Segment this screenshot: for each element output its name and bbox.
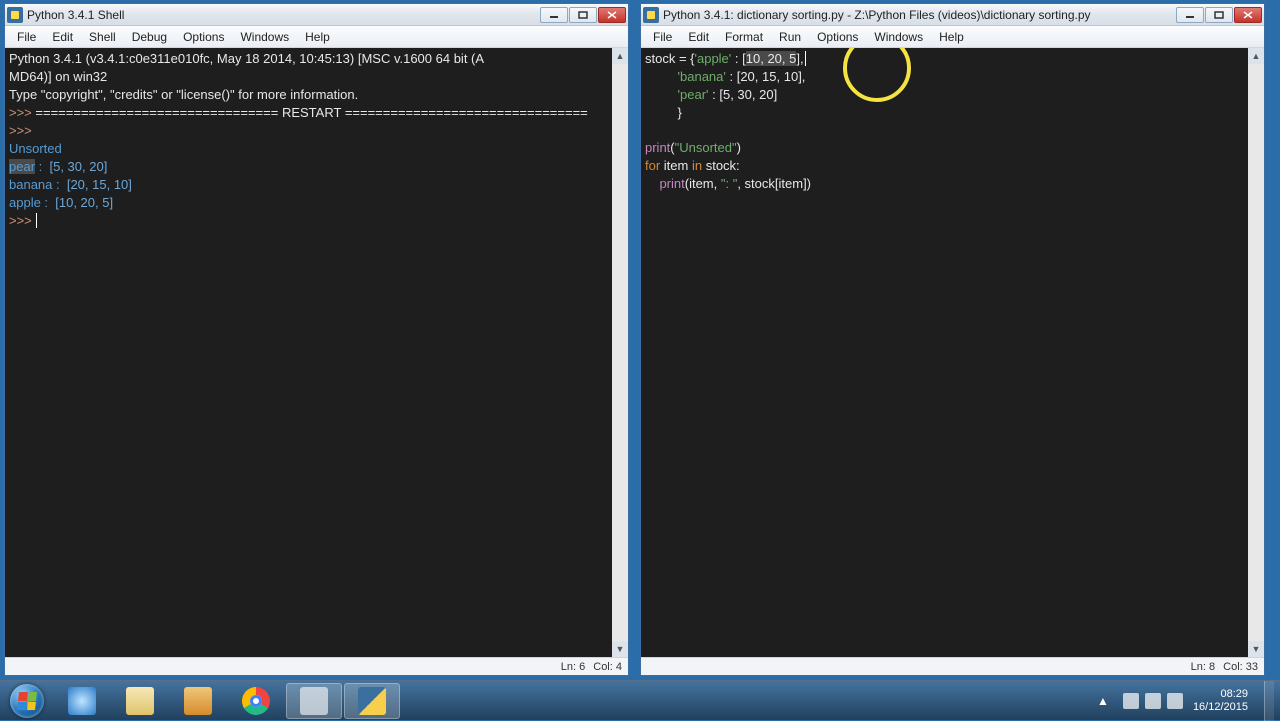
banner-line: Type "copyright", "credits" or "license(… [9, 87, 358, 102]
editor-code-area[interactable]: stock = {'apple' : [10, 20, 5], 'banana'… [641, 48, 1264, 657]
shell-titlebar[interactable]: Python 3.4.1 Shell [5, 4, 628, 26]
python-icon [643, 7, 659, 23]
scroll-up-icon[interactable]: ▲ [1248, 48, 1264, 64]
status-col: Col: 4 [593, 661, 622, 673]
menu-format[interactable]: Format [717, 28, 771, 46]
clock-time: 08:29 [1193, 688, 1248, 701]
clock-date: 16/12/2015 [1193, 701, 1248, 714]
taskbar-app-active[interactable] [286, 683, 342, 719]
minimize-button[interactable] [540, 7, 568, 23]
app-icon [300, 687, 328, 715]
status-line: Ln: 6 [561, 661, 585, 673]
menu-options[interactable]: Options [175, 28, 232, 46]
menu-help[interactable]: Help [931, 28, 972, 46]
scroll-down-icon[interactable]: ▼ [1248, 641, 1264, 657]
menu-shell[interactable]: Shell [81, 28, 124, 46]
menu-options[interactable]: Options [809, 28, 866, 46]
editor-menubar: File Edit Format Run Options Windows Hel… [641, 26, 1264, 48]
taskbar-explorer[interactable] [112, 683, 168, 719]
tray-flag-icon[interactable] [1123, 693, 1139, 709]
folder-icon [126, 687, 154, 715]
menu-edit[interactable]: Edit [44, 28, 81, 46]
menu-windows[interactable]: Windows [866, 28, 931, 46]
taskbar-ie[interactable] [54, 683, 110, 719]
restart-label: RESTART [282, 105, 341, 120]
system-tray: ▲ 08:29 16/12/2015 [1093, 681, 1280, 720]
start-button[interactable] [0, 681, 54, 721]
taskbar-chrome[interactable] [228, 683, 284, 719]
window-controls [540, 7, 626, 23]
output-key: banana [9, 177, 52, 192]
shell-window: Python 3.4.1 Shell File Edit Shell Debug… [4, 3, 629, 676]
taskbar-items [54, 681, 400, 720]
editor-window: Python 3.4.1: dictionary sorting.py - Z:… [640, 3, 1265, 676]
python-icon [358, 687, 386, 715]
output-key: apple [9, 195, 41, 210]
highlight-circle-icon [843, 48, 911, 102]
editor-titlebar[interactable]: Python 3.4.1: dictionary sorting.py - Z:… [641, 4, 1264, 26]
status-line: Ln: 8 [1191, 661, 1215, 673]
shell-menubar: File Edit Shell Debug Options Windows He… [5, 26, 628, 48]
shell-statusbar: Ln: 6 Col: 4 [5, 657, 628, 675]
menu-help[interactable]: Help [297, 28, 338, 46]
menu-run[interactable]: Run [771, 28, 809, 46]
taskbar-python[interactable] [344, 683, 400, 719]
menu-debug[interactable]: Debug [124, 28, 175, 46]
editor-title: Python 3.4.1: dictionary sorting.py - Z:… [663, 8, 1176, 22]
output-value: [5, 30, 20] [49, 159, 107, 174]
output-unsorted: Unsorted [9, 141, 62, 156]
taskbar-clock[interactable]: 08:29 16/12/2015 [1193, 688, 1248, 714]
status-col: Col: 33 [1223, 661, 1258, 673]
banner-line: MD64)] on win32 [9, 69, 107, 84]
show-desktop-button[interactable] [1264, 681, 1274, 721]
windows-orb-icon [10, 684, 44, 718]
python-icon [7, 7, 23, 23]
shell-output-area[interactable]: Python 3.4.1 (v3.4.1:c0e311e010fc, May 1… [5, 48, 628, 657]
output-value: [20, 15, 10] [67, 177, 132, 192]
minimize-button[interactable] [1176, 7, 1204, 23]
banner-line: Python 3.4.1 (v3.4.1:c0e311e010fc, May 1… [9, 51, 484, 66]
close-button[interactable] [598, 7, 626, 23]
ie-icon [68, 687, 96, 715]
maximize-button[interactable] [1205, 7, 1233, 23]
menu-edit[interactable]: Edit [680, 28, 717, 46]
scrollbar[interactable]: ▲ ▼ [1248, 48, 1264, 657]
mediaplayer-icon [184, 687, 212, 715]
editor-statusbar: Ln: 8 Col: 33 [641, 657, 1264, 675]
scroll-down-icon[interactable]: ▼ [612, 641, 628, 657]
prompt: >>> [9, 213, 35, 228]
output-value: [10, 20, 5] [55, 195, 113, 210]
scrollbar[interactable]: ▲ ▼ [612, 48, 628, 657]
taskbar-mediaplayer[interactable] [170, 683, 226, 719]
tray-volume-icon[interactable] [1167, 693, 1183, 709]
shell-title: Python 3.4.1 Shell [27, 8, 540, 22]
close-button[interactable] [1234, 7, 1262, 23]
taskbar: ▲ 08:29 16/12/2015 [0, 680, 1280, 720]
menu-file[interactable]: File [645, 28, 680, 46]
text-cursor [805, 51, 806, 66]
chrome-icon [242, 687, 270, 715]
scroll-up-icon[interactable]: ▲ [612, 48, 628, 64]
prompt: >>> [9, 105, 35, 120]
window-controls [1176, 7, 1262, 23]
prompt: >>> [9, 123, 35, 138]
menu-windows[interactable]: Windows [232, 28, 297, 46]
menu-file[interactable]: File [9, 28, 44, 46]
maximize-button[interactable] [569, 7, 597, 23]
tray-overflow-button[interactable]: ▲ [1093, 690, 1113, 712]
output-key: pear [9, 159, 35, 174]
tray-network-icon[interactable] [1145, 693, 1161, 709]
